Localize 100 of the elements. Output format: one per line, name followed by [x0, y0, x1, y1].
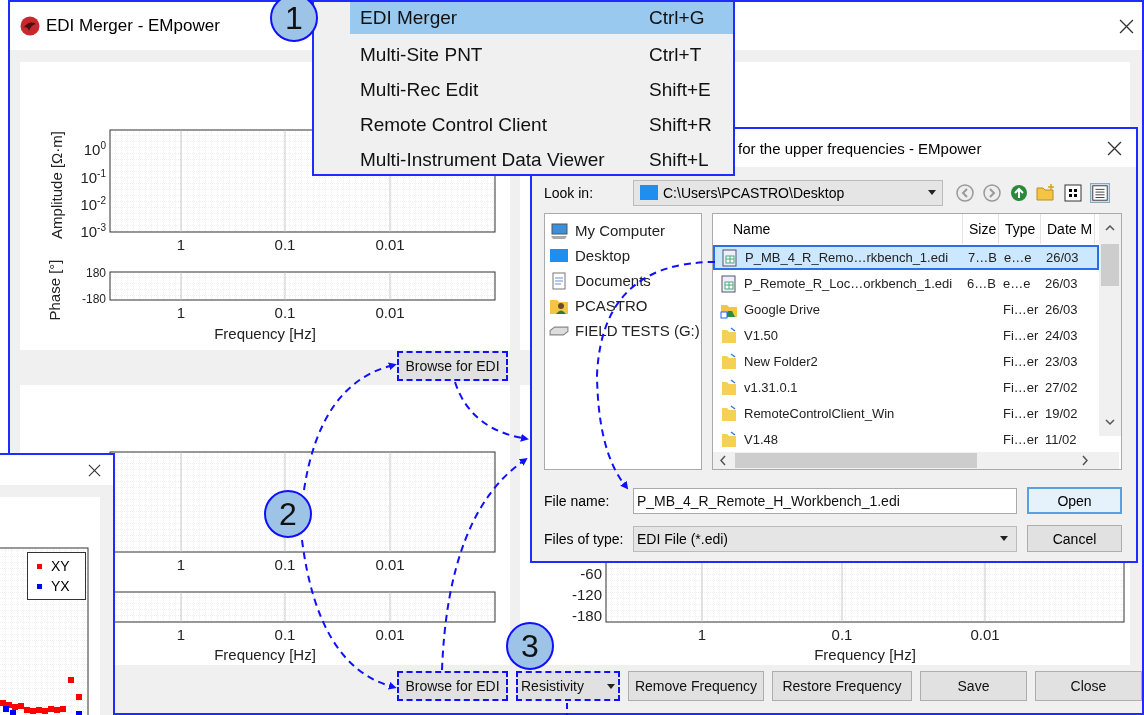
file-date: 26/03 [1045, 250, 1080, 265]
axis-tick-label: -180 [81, 292, 106, 306]
column-header[interactable]: Size [963, 214, 999, 244]
back-icon[interactable] [955, 182, 975, 203]
file-date: 19/02 [1044, 406, 1079, 421]
caret-icon [1000, 536, 1008, 541]
file-name: v1.31.0.1 [744, 380, 798, 395]
legend-label: XY [51, 558, 70, 574]
file-row[interactable]: RemoteControlClient_Win Fi…er 19/02 [713, 401, 1099, 426]
close-icon[interactable] [1107, 140, 1122, 156]
list-view-icon[interactable] [1090, 182, 1110, 203]
axis-tick-label: 0.1 [274, 626, 296, 644]
vertical-scrollbar[interactable] [1099, 214, 1121, 436]
grid-view-icon[interactable] [1063, 182, 1083, 203]
file-icon [720, 274, 738, 293]
menu-item-label: Multi-Site PNT [360, 43, 484, 66]
close-icon[interactable] [88, 463, 101, 477]
file-row[interactable]: P_Remote_R_Loc…orkbench_1.edi 6…B e…e 26/03 [713, 271, 1099, 296]
axis-tick-label: 10$^{-2}$ [80, 196, 106, 214]
file-type: e…e [1002, 276, 1032, 291]
axis-tick-label: 1 [697, 626, 707, 644]
horizontal-scrollbar[interactable] [713, 452, 1119, 469]
cancel-button[interactable]: Cancel [1027, 525, 1122, 552]
desktop-icon [640, 185, 658, 200]
file-type: Fi…er [1002, 406, 1040, 421]
file-row[interactable]: P_MB_4_R_Remo…rkbench_1.edi 7…B e…e 26/03 [713, 245, 1099, 270]
file-date: 11/02 [1044, 432, 1078, 447]
axis-tick-label: 10$^{-1}$ [80, 169, 106, 187]
axis-title: Frequency [Hz] [214, 325, 316, 343]
window-title: EDI Merger - EMpower [46, 16, 220, 36]
file-name: Google Drive [744, 302, 820, 317]
folder-icon [720, 326, 738, 345]
file-name: V1.48 [744, 432, 778, 447]
file-type: Fi…er [1002, 328, 1040, 343]
field-label: Look in: [544, 184, 595, 201]
place-item[interactable]: FIELD TESTS (G:) [545, 318, 701, 343]
browse-button[interactable]: Browse for EDI [397, 671, 508, 701]
column-header[interactable]: Date M [1041, 214, 1095, 244]
file-row[interactable]: New Folder2 Fi…er 23/03 [713, 349, 1099, 374]
menu-item[interactable]: Multi-Rec Edit Shift+E [350, 72, 733, 107]
axis-tick-label: 0.1 [274, 304, 296, 322]
document-icon [549, 270, 569, 291]
file-type: Fi…er [1002, 302, 1040, 317]
field-label: File name: [544, 492, 611, 509]
forward-icon[interactable] [982, 182, 1002, 203]
place-item[interactable]: PCASTRO [545, 293, 701, 318]
column-header[interactable]: Type [999, 214, 1041, 244]
place-item[interactable]: Desktop [545, 243, 701, 268]
axis-tick-label: 1 [176, 556, 186, 574]
open-button[interactable]: Open [1027, 487, 1122, 514]
menu-item[interactable]: Multi-Instrument Data Viewer Shift+L [350, 142, 733, 177]
file-row[interactable]: V1.48 Fi…er 11/02 [713, 427, 1099, 452]
file-date: 24/03 [1044, 328, 1079, 343]
place-item[interactable]: Documents [545, 268, 701, 293]
file-row[interactable]: V1.50 Fi…er 24/03 [713, 323, 1099, 348]
file-type-dropdown[interactable]: EDI File (*.edi) [633, 525, 1017, 552]
look-in-dropdown[interactable]: C:\Users\PCASTRO\Desktop [633, 179, 943, 206]
mode-dropdown[interactable]: Resistivity [516, 671, 620, 701]
caret-icon [607, 683, 615, 689]
file-name-field[interactable]: P_MB_4_R_Remote_H_Workbench_1.edi [633, 487, 1017, 514]
file-type: e…e [1003, 250, 1033, 265]
file-row[interactable]: Google Drive Fi…er 26/03 [713, 297, 1099, 322]
axis-tick-label: 0.01 [375, 236, 405, 254]
action-button[interactable]: Save [920, 671, 1027, 701]
file-name: P_MB_4_R_Remo…rkbench_1.edi [745, 250, 949, 265]
menu-item-label: Multi-Rec Edit [360, 78, 480, 101]
folder-icon [720, 352, 738, 371]
menu-item[interactable]: EDI Merger Ctrl+G [350, 2, 733, 34]
action-button[interactable]: Restore Frequency [772, 671, 912, 701]
file-type: Fi…er [1002, 380, 1040, 395]
shortcut-label: Shift+L [649, 148, 710, 171]
axis-title: Amplitude [Ω·m] [48, 131, 66, 239]
menu-item[interactable]: Multi-Site PNT Ctrl+T [350, 37, 733, 72]
file-name: P_Remote_R_Loc…orkbench_1.edi [744, 276, 953, 291]
up-icon[interactable] [1009, 182, 1029, 203]
browse-button[interactable]: Browse for EDI [397, 351, 508, 381]
file-type: Fi…er [1002, 432, 1040, 447]
axis-tick-label: 0.01 [375, 626, 405, 644]
axis-tick-label: 1 [176, 236, 186, 254]
axis-tick-label: -120 [571, 586, 602, 604]
folder-icon [720, 378, 738, 397]
action-button[interactable]: Close [1035, 671, 1142, 701]
axis-title: Frequency [Hz] [814, 646, 916, 664]
axis-tick-label: 0.1 [274, 236, 296, 254]
file-row[interactable]: v1.31.0.1 Fi…er 27/02 [713, 375, 1099, 400]
dashed-line [566, 702, 568, 715]
axis-tick-label: 1 [176, 626, 186, 644]
axis-title: Frequency [Hz] [214, 646, 316, 664]
file-date: 26/03 [1044, 276, 1079, 291]
logo-icon [20, 16, 40, 36]
axis-tick-label: 10$^{0}$ [83, 141, 106, 159]
menu-item[interactable]: Remote Control Client Shift+R [350, 107, 733, 142]
computer-icon [549, 220, 569, 241]
file-date: 23/03 [1044, 354, 1079, 369]
file-icon [721, 248, 739, 267]
column-header[interactable]: Name [713, 214, 963, 244]
action-button[interactable]: Remove Frequency [628, 671, 764, 701]
place-item[interactable]: My Computer [545, 218, 701, 243]
dialog-title: for the upper frequencies - EMpower [738, 139, 983, 157]
close-icon[interactable] [1119, 18, 1134, 34]
